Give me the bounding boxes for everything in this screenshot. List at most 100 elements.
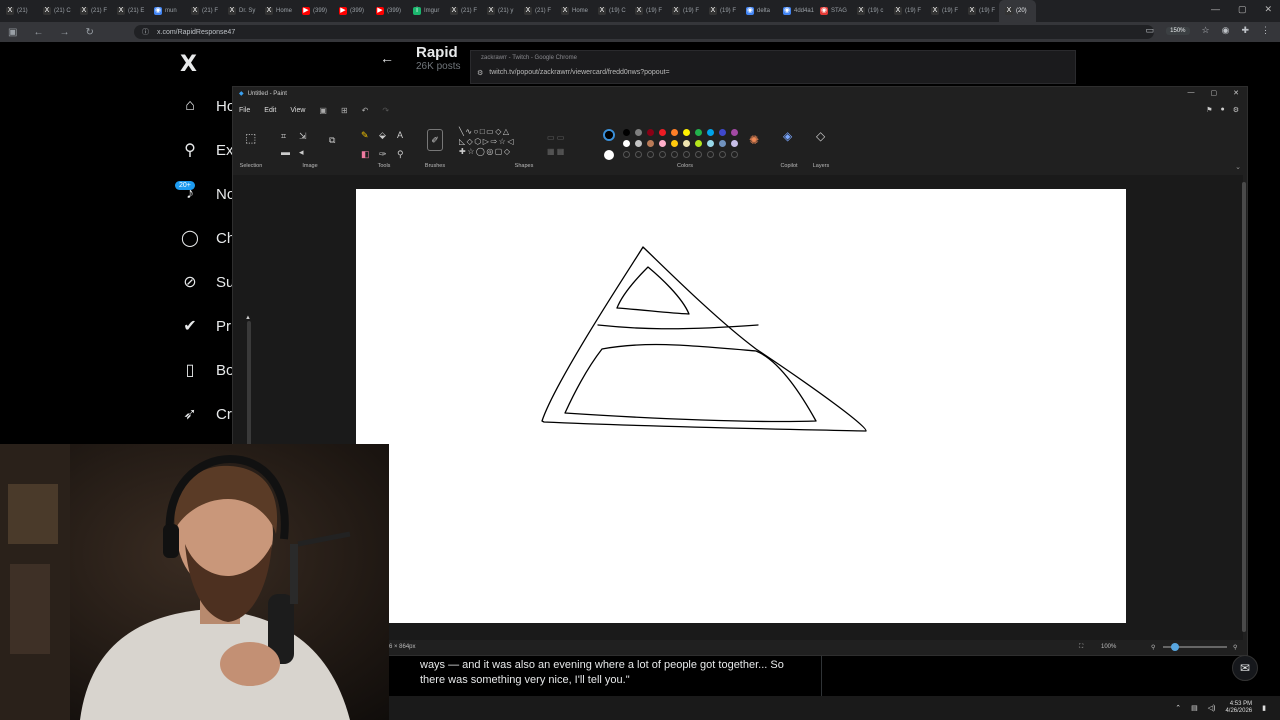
account-icon[interactable]: ●	[1220, 106, 1224, 114]
image-remove-bg-icon[interactable]: ⧉	[329, 135, 335, 145]
edit-colors-icon[interactable]: ✺	[749, 134, 759, 146]
shapes-gallery[interactable]: ╲∿○□▭◇△ ◺◇⬡▷⇨☆◁ ✚☆◯◎▢◇	[459, 127, 539, 157]
color-swatch[interactable]	[635, 129, 642, 136]
color-swatch[interactable]	[623, 129, 630, 136]
custom-color-slot[interactable]	[707, 151, 714, 158]
network-icon[interactable]: ▤	[1191, 704, 1198, 712]
browser-tab[interactable]: X (21) F	[185, 0, 222, 22]
browser-tab[interactable]: X (19) F	[962, 0, 999, 22]
color-swatch[interactable]	[635, 140, 642, 147]
custom-color-slot[interactable]	[695, 151, 702, 158]
secondary-color[interactable]	[604, 150, 614, 160]
custom-color-slot[interactable]	[659, 151, 666, 158]
resize-icon[interactable]: ⇲	[299, 131, 307, 141]
crop-icon[interactable]: ⌗	[281, 131, 286, 141]
browser-tab[interactable]: X (21)	[0, 0, 37, 22]
volume-icon[interactable]: ◁)	[1208, 704, 1216, 712]
color-swatch[interactable]	[719, 140, 726, 147]
browser-tab[interactable]: X Home	[555, 0, 592, 22]
color-swatch[interactable]	[683, 140, 690, 147]
zoom-out-icon[interactable]: ⚲	[1151, 644, 1155, 651]
menu-edit[interactable]: Edit	[264, 107, 276, 114]
zoom-indicator[interactable]: 150%	[1166, 26, 1190, 35]
fill-icon[interactable]: ⬙	[379, 130, 386, 140]
tray-expand-icon[interactable]: ⌃	[1175, 704, 1181, 712]
sidebar-toggle-icon[interactable]: ▣	[8, 27, 17, 38]
x-nav-item[interactable]: ⚲ Ex	[180, 140, 233, 160]
custom-color-slot[interactable]	[731, 151, 738, 158]
pencil-icon[interactable]: ✎	[361, 130, 369, 140]
x-logo-icon[interactable]: X	[180, 52, 197, 77]
color-swatch[interactable]	[659, 129, 666, 136]
browser-tab[interactable]: X (19) F	[925, 0, 962, 22]
brush-icon[interactable]: ✐	[427, 129, 443, 151]
color-swatch[interactable]	[695, 129, 702, 136]
close-icon[interactable]: ✕	[1233, 89, 1239, 97]
menu-view[interactable]: View	[290, 107, 305, 114]
color-swatch[interactable]	[695, 140, 702, 147]
browser-tab[interactable]: ◉ mun	[148, 0, 185, 22]
x-nav-item[interactable]: ➶ Cr	[180, 404, 232, 424]
site-settings-icon[interactable]: ⚙	[477, 69, 483, 77]
magnifier-icon[interactable]: ⚲	[397, 149, 404, 159]
zoom-in-icon[interactable]: ⚲	[1233, 644, 1237, 651]
forward-icon[interactable]: →	[59, 27, 69, 38]
browser-tab[interactable]: X (19) F	[666, 0, 703, 22]
redo-icon[interactable]: ↷	[382, 106, 389, 115]
back-arrow-icon[interactable]: ←	[380, 50, 394, 66]
drawing-canvas[interactable]	[356, 189, 1126, 623]
color-swatch[interactable]	[647, 129, 654, 136]
browser-tab[interactable]: X (19) F	[888, 0, 925, 22]
settings-icon[interactable]: ⚙	[1233, 106, 1239, 114]
browser-tab[interactable]: X (20)	[999, 0, 1036, 22]
profile-icon[interactable]: ◉	[1222, 25, 1230, 36]
undo-icon[interactable]: ↶	[362, 106, 369, 115]
screen-icon[interactable]: ▭	[1146, 25, 1155, 36]
custom-color-slot[interactable]	[671, 151, 678, 158]
layers-icon[interactable]: ◇	[816, 130, 825, 142]
browser-tab[interactable]: X (21) F	[74, 0, 111, 22]
browser-tab[interactable]: ▶ (399)	[333, 0, 370, 22]
taskbar-clock[interactable]: 4:53 PM 4/26/2026	[1225, 701, 1252, 715]
browser-tab[interactable]: X (21) F	[518, 0, 555, 22]
x-nav-item[interactable]: ▯ Bo	[180, 360, 235, 380]
browser-tab[interactable]: X (19) C	[592, 0, 629, 22]
browser-tab[interactable]: i Imgur	[407, 0, 444, 22]
color-swatch[interactable]	[707, 129, 714, 136]
text-icon[interactable]: A	[397, 130, 403, 140]
share-icon[interactable]: ⊞	[341, 106, 348, 115]
zoom-slider-knob[interactable]	[1171, 643, 1179, 651]
selection-icon[interactable]: ⬚	[245, 132, 256, 144]
messages-button[interactable]: ✉	[1232, 655, 1258, 681]
custom-color-slot[interactable]	[623, 151, 630, 158]
bookmark-star-icon[interactable]: ☆	[1202, 25, 1210, 36]
browser-tab[interactable]: X (21) F	[444, 0, 481, 22]
minimize-icon[interactable]: —	[1211, 4, 1220, 15]
minimize-icon[interactable]: —	[1188, 89, 1195, 97]
browser-tab[interactable]: ◉ STAG	[814, 0, 851, 22]
color-swatch[interactable]	[683, 129, 690, 136]
color-swatch[interactable]	[731, 140, 738, 147]
primary-color[interactable]	[603, 129, 615, 141]
rotate-icon[interactable]: ◂	[299, 147, 304, 157]
copilot-icon[interactable]: ◈	[783, 130, 792, 142]
save-icon[interactable]: ▣	[319, 106, 327, 115]
browser-tab[interactable]: X Dr. Sy	[222, 0, 259, 22]
notifications-icon[interactable]: ▮	[1262, 704, 1266, 712]
vertical-scrollbar[interactable]	[1242, 182, 1246, 632]
x-nav-item[interactable]: ⌂ Ho	[180, 96, 235, 116]
color-swatch[interactable]	[647, 140, 654, 147]
x-nav-item[interactable]: ◯ Ch	[180, 228, 235, 248]
color-swatch[interactable]	[707, 140, 714, 147]
browser-tab[interactable]: X (19) F	[703, 0, 740, 22]
browser-tab[interactable]: X (19) c	[851, 0, 888, 22]
browser-tab[interactable]: X (21) E	[111, 0, 148, 22]
site-info-icon[interactable]: ⓘ	[142, 27, 149, 37]
color-swatch[interactable]	[719, 129, 726, 136]
color-swatch[interactable]	[671, 140, 678, 147]
image-tool-icon[interactable]: ▬	[281, 147, 290, 157]
twitch-popout-window[interactable]: zackrawrr - Twitch - Google Chrome ⚙ twi…	[470, 50, 1076, 84]
color-picker-icon[interactable]: ✑	[379, 149, 387, 159]
back-icon[interactable]: ←	[33, 27, 43, 38]
browser-tab[interactable]: ▶ (399)	[296, 0, 333, 22]
